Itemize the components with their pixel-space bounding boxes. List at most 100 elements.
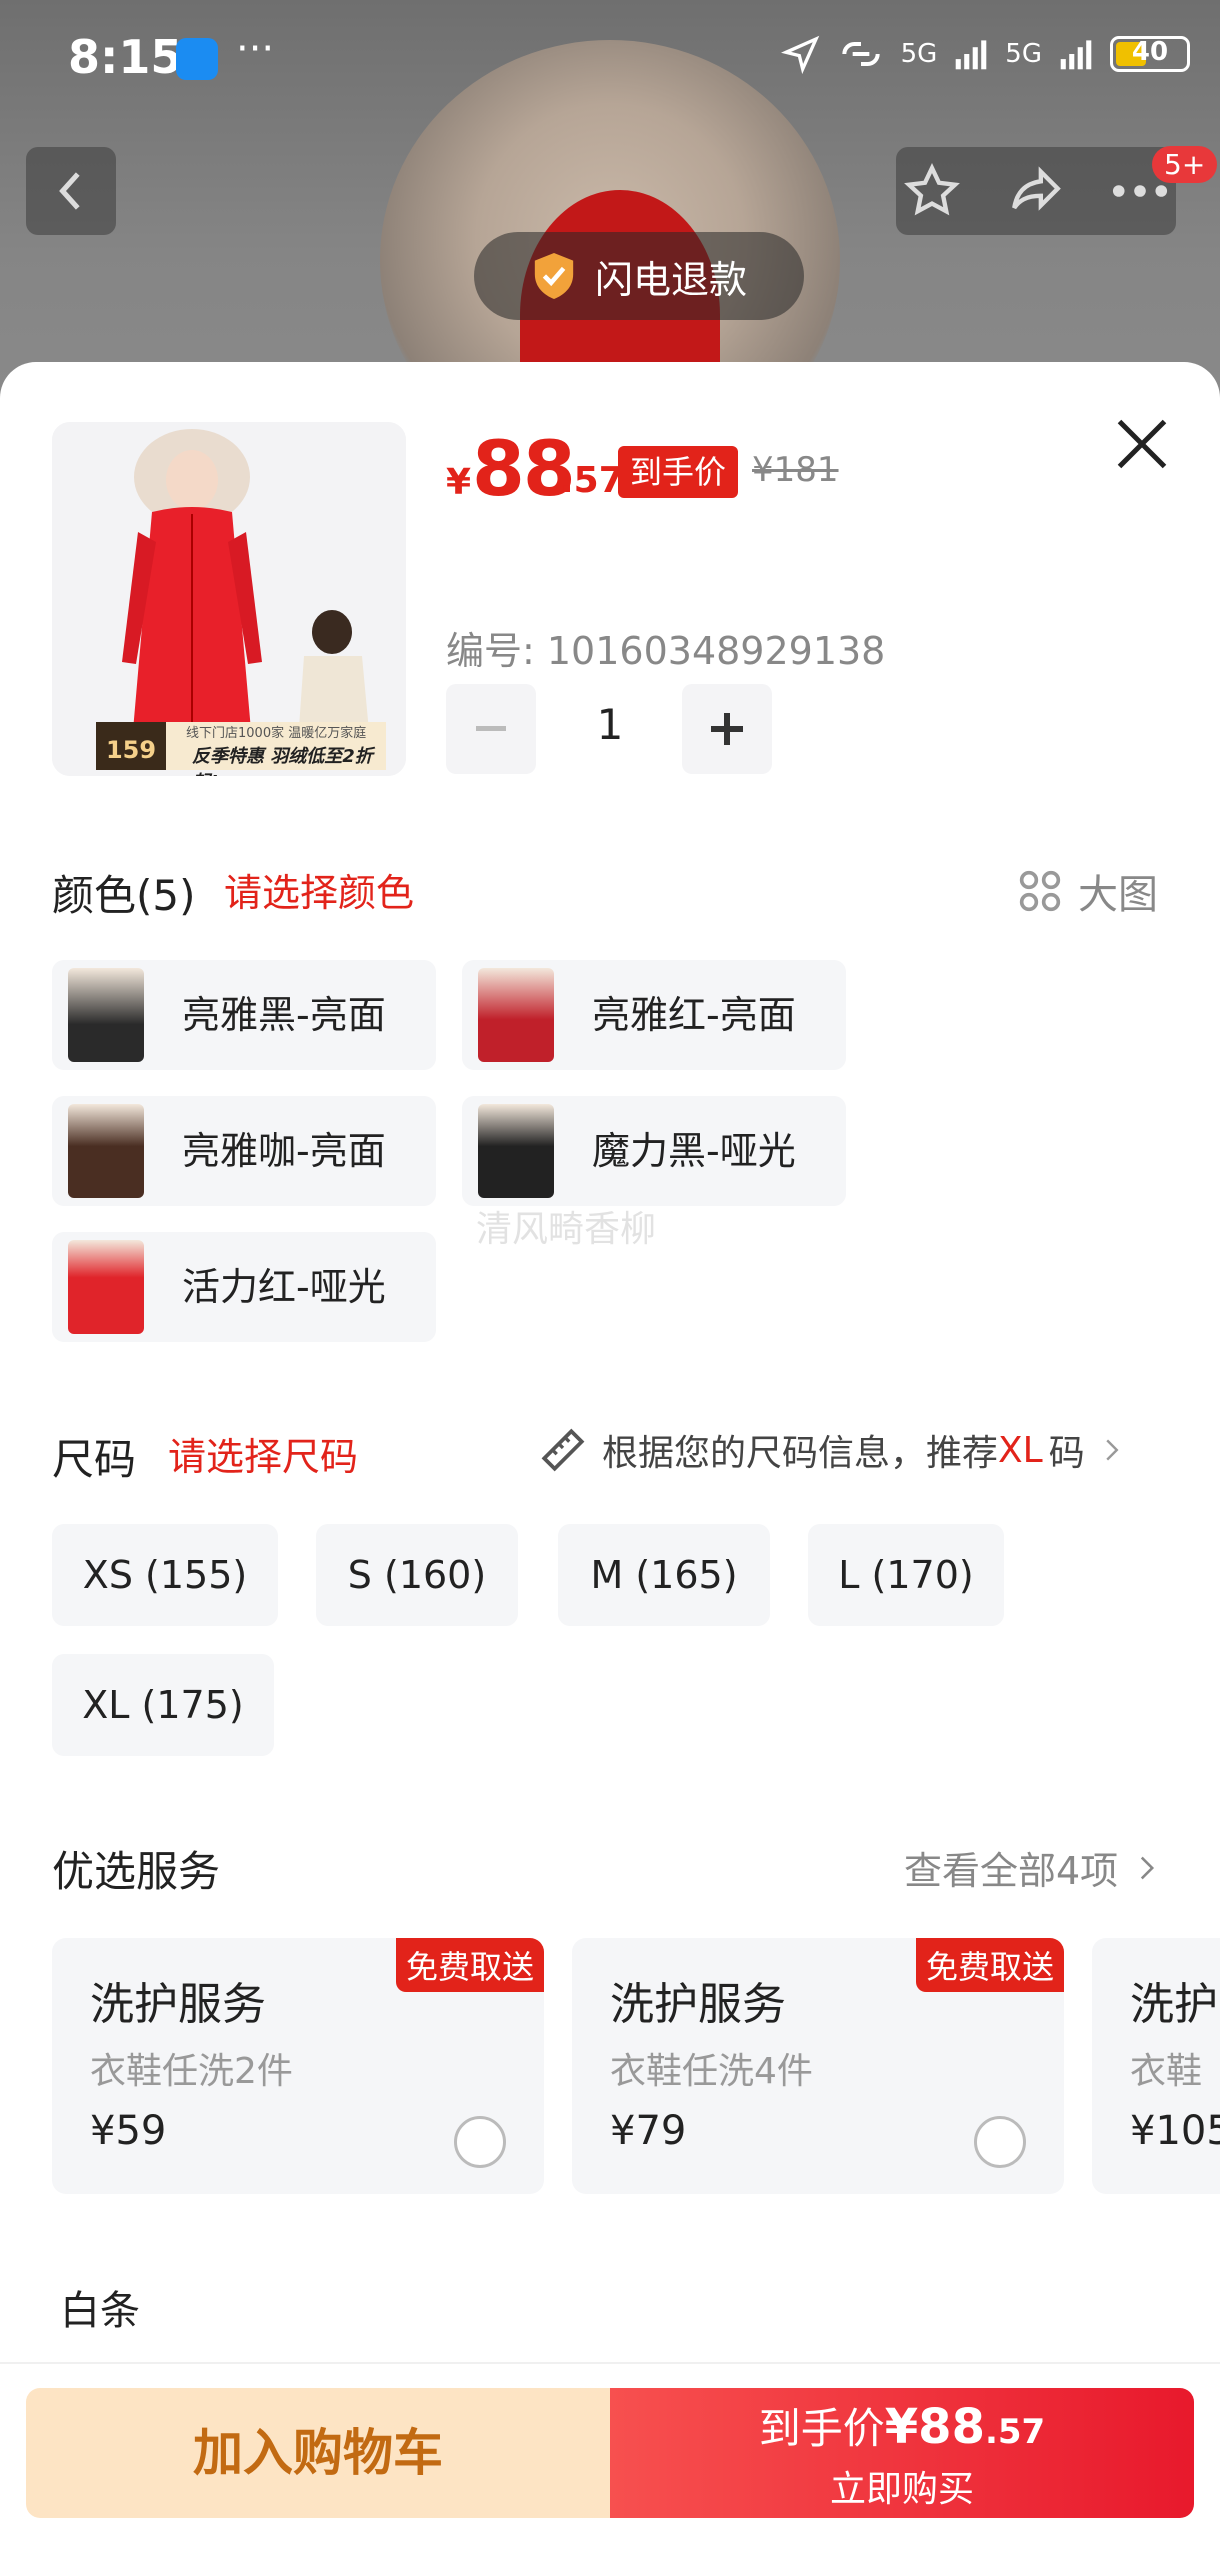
status-right: 5G 5G 40 xyxy=(780,34,1190,74)
thumb-price: 159 xyxy=(105,736,157,764)
size-option[interactable]: S (160) xyxy=(316,1524,518,1626)
service-radio[interactable] xyxy=(974,2116,1026,2168)
color-swatch-image xyxy=(68,1104,144,1198)
chevron-left-icon xyxy=(59,172,80,210)
color-option[interactable]: 亮雅红-亮面 xyxy=(462,960,846,1070)
bottom-action-bar: 加入购物车 到手价¥88.57 立即购买 xyxy=(0,2362,1220,2550)
network-5g-label: 5G xyxy=(900,39,938,69)
service-price: ¥59 xyxy=(90,2108,167,2154)
recommend-size: XL xyxy=(998,1429,1043,1471)
battery-icon: 40 xyxy=(1110,36,1190,72)
sku-selection-sheet: 线下门店1000家 温暖亿万家庭 反季特惠 羽绒低至2折起! 159 ¥ 88 … xyxy=(0,362,1220,2550)
flash-refund-banner: 闪电退款 xyxy=(474,232,804,320)
free-pickup-tag: 免费取送 xyxy=(915,1938,1064,1992)
size-option[interactable]: L (170) xyxy=(808,1524,1004,1626)
price-integer: 88 xyxy=(472,424,576,513)
baitiao-label: 白条 xyxy=(60,2288,140,2334)
color-swatch-image xyxy=(478,968,554,1062)
service-subtitle: 衣鞋 xyxy=(1130,2051,1203,2092)
status-bar: 8:15 ··· 5G 5G 40 xyxy=(0,0,1220,120)
services-section-title: 优选服务 xyxy=(52,1847,221,1896)
color-swatch-image xyxy=(478,1104,554,1198)
buy-price-prefix: 到手价 xyxy=(758,2404,885,2453)
more-icon[interactable] xyxy=(1111,181,1169,201)
back-button[interactable] xyxy=(26,147,116,235)
size-recommendation-link[interactable]: 根据您的尺码信息，推荐 XL 码 xyxy=(538,1424,1121,1476)
service-price: ¥105 xyxy=(1130,2108,1220,2154)
color-option-label: 亮雅黑-亮面 xyxy=(182,993,386,1037)
size-hint: 请选择尺码 xyxy=(168,1435,359,1479)
thumb-price-badge: 159 xyxy=(96,722,166,770)
price-decimal: .57 xyxy=(560,460,624,501)
service-subtitle: 衣鞋任洗4件 xyxy=(610,2051,813,2092)
price-currency: ¥ xyxy=(446,462,472,503)
color-option[interactable]: 亮雅黑-亮面 xyxy=(52,960,436,1070)
color-option-label: 亮雅咖-亮面 xyxy=(182,1129,386,1173)
service-title: 洗护服务 xyxy=(610,1979,786,2030)
color-option-label: 亮雅红-亮面 xyxy=(592,993,796,1037)
final-price-tag: 到手价 xyxy=(618,446,739,498)
color-hint: 请选择颜色 xyxy=(224,871,415,915)
service-card[interactable]: 免费取送 洗护服务 衣鞋任洗2件 ¥59 xyxy=(52,1938,544,2194)
service-card[interactable]: 免费取送 洗护服务 衣鞋任洗4件 ¥79 xyxy=(572,1938,1064,2194)
color-option-label: 魔力黑-哑光 xyxy=(592,1129,796,1173)
plus-icon xyxy=(711,713,743,745)
free-pickup-tag: 免费取送 xyxy=(395,1938,544,1992)
thumb-banner-text: 反季特惠 羽绒低至2折起! xyxy=(192,746,373,776)
buy-now-button[interactable]: 到手价¥88.57 立即购买 xyxy=(610,2388,1194,2518)
product-thumbnail[interactable]: 线下门店1000家 温暖亿万家庭 反季特惠 羽绒低至2折起! 159 xyxy=(52,422,406,776)
thumb-banner-top: 线下门店1000家 温暖亿万家庭 xyxy=(186,726,367,741)
original-price: ¥181 xyxy=(752,450,839,490)
size-option[interactable]: XS (155) xyxy=(52,1524,278,1626)
recommend-prefix: 根据您的尺码信息，推荐 xyxy=(602,1433,999,1474)
app-notification-icon xyxy=(176,38,218,80)
chevron-right-icon xyxy=(1141,1856,1155,1879)
signal-icon xyxy=(955,40,987,70)
chevron-right-icon xyxy=(1106,1439,1119,1461)
color-section-title: 颜色(5) xyxy=(52,871,196,920)
recommend-suffix: 码 xyxy=(1048,1433,1085,1474)
buy-now-label: 立即购买 xyxy=(829,2469,974,2510)
share-icon[interactable] xyxy=(1007,162,1065,220)
status-more: ··· xyxy=(236,26,275,72)
big-image-label: 大图 xyxy=(1078,872,1158,918)
quantity-value[interactable]: 1 xyxy=(580,700,640,749)
size-option[interactable]: XL (175) xyxy=(52,1654,274,1756)
add-to-cart-button[interactable]: 加入购物车 xyxy=(26,2388,610,2518)
service-card[interactable]: 洗护 衣鞋 ¥105 xyxy=(1092,1938,1220,2194)
flash-refund-label: 闪电退款 xyxy=(594,257,747,302)
battery-level: 40 xyxy=(1131,37,1169,67)
sku-number: 编号: 10160348929138 xyxy=(446,629,886,673)
signal-icon-2 xyxy=(1060,40,1092,70)
color-option[interactable]: 活力红-哑光 xyxy=(52,1232,436,1342)
view-all-label: 查看全部4项 xyxy=(904,1849,1119,1893)
quantity-decrease-button[interactable] xyxy=(446,684,536,774)
view-all-services-link[interactable]: 查看全部4项 xyxy=(904,1840,1156,1895)
watermark-text: 清风畸香柳 xyxy=(476,1209,657,1250)
color-option[interactable]: 亮雅咖-亮面 xyxy=(52,1096,436,1206)
link-icon xyxy=(841,42,880,66)
service-radio[interactable] xyxy=(454,2116,506,2168)
service-title: 洗护 xyxy=(1130,1979,1218,2030)
service-price: ¥79 xyxy=(610,2108,687,2154)
ruler-icon xyxy=(541,1428,585,1472)
close-icon[interactable] xyxy=(1112,414,1172,474)
location-icon xyxy=(780,35,819,74)
size-option[interactable]: M (165) xyxy=(558,1524,770,1626)
message-count-badge: 5+ xyxy=(1152,146,1218,183)
buy-price-int: ¥88 xyxy=(884,2399,985,2455)
grid-icon xyxy=(1019,870,1061,912)
star-icon[interactable] xyxy=(903,162,961,220)
buy-price-line: 到手价¥88.57 xyxy=(610,2402,1194,2457)
service-title: 洗护服务 xyxy=(90,1979,266,2030)
quantity-increase-button[interactable] xyxy=(682,684,772,774)
big-image-button[interactable]: 大图 xyxy=(1018,862,1158,920)
status-time: 8:15 xyxy=(68,30,183,84)
shield-check-icon xyxy=(534,253,574,299)
color-swatch-image xyxy=(68,968,144,1062)
network-5g-label-2: 5G xyxy=(1005,39,1042,69)
header-actions xyxy=(896,147,1176,235)
buy-price-dec: .57 xyxy=(984,2412,1046,2452)
color-option[interactable]: 魔力黑-哑光 xyxy=(462,1096,846,1206)
add-to-cart-label: 加入购物车 xyxy=(193,2424,443,2482)
